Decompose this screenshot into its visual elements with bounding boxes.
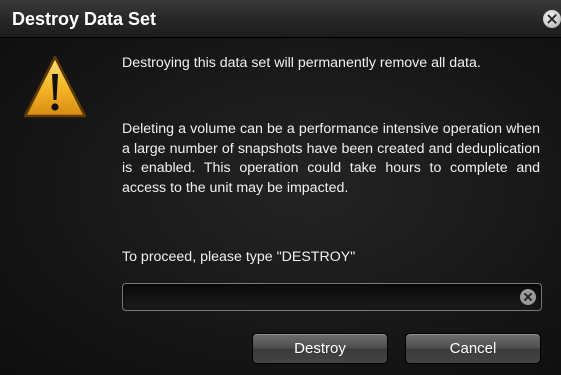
dialog-body: Destroying this data set will permanentl… [0,38,561,375]
clear-icon[interactable] [520,289,536,305]
warning-message: Destroying this data set will permanentl… [122,55,481,71]
warning-icon [23,55,87,118]
confirm-prompt: To proceed, please type "DESTROY" [122,249,356,265]
confirm-input[interactable] [129,287,509,307]
destroy-data-set-dialog: Destroy Data Set Destroying this data se… [0,0,561,375]
close-icon[interactable] [543,10,561,28]
dialog-title: Destroy Data Set [12,9,157,29]
dialog-titlebar[interactable]: Destroy Data Set [0,0,561,38]
cancel-button[interactable]: Cancel [405,333,541,364]
confirm-field[interactable] [122,283,542,311]
performance-message: Deleting a volume can be a performance i… [122,121,540,196]
destroy-button[interactable]: Destroy [252,333,388,364]
